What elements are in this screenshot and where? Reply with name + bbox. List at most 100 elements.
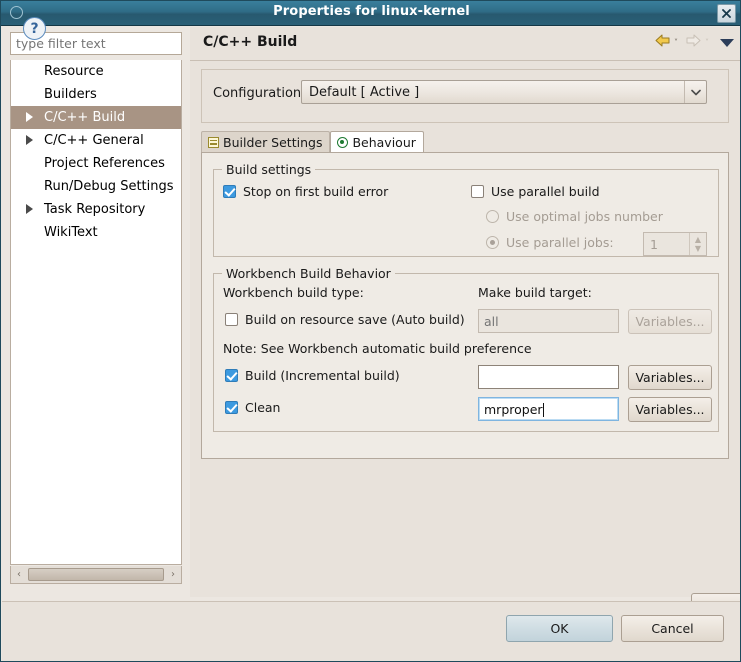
sidebar-item-project-references[interactable]: Project References bbox=[11, 152, 181, 175]
settings-tree-pane: Resource Builders C/C++ Build C/C++ Gene… bbox=[5, 30, 185, 597]
use-parallel-build-checkbox[interactable] bbox=[471, 185, 484, 198]
main-pane: C/C++ Build ˅ ˅ Configuration: Default [… bbox=[190, 27, 740, 618]
clean-checkbox[interactable] bbox=[225, 401, 238, 414]
settings-tree[interactable]: Resource Builders C/C++ Build C/C++ Gene… bbox=[10, 60, 182, 565]
use-parallel-jobs-radio-row: Use parallel jobs: bbox=[486, 235, 614, 250]
clean-target-input[interactable]: mrproper bbox=[478, 397, 619, 421]
sidebar-item-builders[interactable]: Builders bbox=[11, 83, 181, 106]
sidebar-item-label: Resource bbox=[44, 64, 104, 79]
clean-variables-button[interactable]: Variables... bbox=[628, 397, 712, 422]
parallel-jobs-spinner: 1 ▲ ▼ bbox=[643, 232, 707, 256]
auto-build-checkbox[interactable] bbox=[225, 313, 238, 326]
incremental-build-target-input[interactable] bbox=[478, 365, 619, 389]
tab-label: Behaviour bbox=[352, 135, 416, 150]
sidebar-item-cpp-build[interactable]: C/C++ Build bbox=[11, 106, 181, 129]
configuration-label: Configuration: bbox=[213, 86, 306, 101]
stop-on-first-build-error-checkbox-row[interactable]: Stop on first build error bbox=[223, 184, 388, 199]
configuration-select[interactable]: Default [ Active ] bbox=[301, 80, 707, 104]
cancel-button-label: Cancel bbox=[651, 621, 694, 636]
chevron-right-icon[interactable] bbox=[26, 135, 33, 145]
chevron-right-icon[interactable] bbox=[26, 112, 33, 122]
scroll-right-icon[interactable]: › bbox=[165, 567, 181, 583]
sidebar-item-label: Project References bbox=[44, 156, 165, 171]
ok-button[interactable]: OK bbox=[506, 615, 613, 642]
tab-behaviour[interactable]: Behaviour bbox=[330, 131, 424, 153]
use-parallel-jobs-radio bbox=[486, 236, 499, 249]
spinner-stepper-icons: ▲ ▼ bbox=[689, 233, 706, 255]
scroll-left-icon[interactable]: ‹ bbox=[11, 567, 27, 583]
title-bar: Properties for linux-kernel bbox=[1, 1, 740, 26]
sidebar-item-label: Builders bbox=[44, 87, 97, 102]
sidebar-item-label: C/C++ Build bbox=[44, 110, 126, 125]
auto-build-checkbox-row[interactable]: Build on resource save (Auto build) bbox=[225, 312, 465, 327]
make-build-target-label: Make build target: bbox=[478, 285, 592, 300]
view-menu-icon[interactable] bbox=[720, 38, 734, 47]
page-nav-buttons: ˅ ˅ bbox=[654, 33, 734, 52]
configuration-value: Default [ Active ] bbox=[309, 84, 420, 100]
incremental-build-checkbox[interactable] bbox=[225, 369, 238, 382]
auto-build-variables-button: Variables... bbox=[628, 309, 712, 334]
sidebar-item-wikitext[interactable]: WikiText bbox=[11, 221, 181, 244]
tab-label: Builder Settings bbox=[223, 135, 323, 150]
use-optimal-jobs-radio-row: Use optimal jobs number bbox=[486, 209, 663, 224]
cancel-button[interactable]: Cancel bbox=[621, 615, 724, 642]
auto-build-label: Build on resource save (Auto build) bbox=[245, 312, 465, 327]
scrollbar-thumb[interactable] bbox=[28, 568, 164, 581]
stop-on-first-build-error-label: Stop on first build error bbox=[243, 184, 389, 199]
ok-button-label: OK bbox=[550, 621, 569, 636]
build-settings-group: Build settings Stop on first build error… bbox=[213, 162, 719, 257]
workbench-note: Note: See Workbench automatic build pref… bbox=[223, 341, 532, 356]
chevron-down-icon[interactable] bbox=[684, 81, 706, 103]
text-caret bbox=[542, 403, 544, 417]
forward-dropdown-caret-icon: ˅ bbox=[705, 38, 709, 47]
behaviour-tab-panel: Build settings Stop on first build error… bbox=[201, 152, 729, 459]
close-icon[interactable] bbox=[717, 4, 736, 23]
configuration-group: Configuration: Default [ Active ] bbox=[201, 69, 729, 123]
incremental-build-checkbox-row[interactable]: Build (Incremental build) bbox=[225, 368, 400, 383]
list-icon bbox=[208, 137, 219, 148]
clean-label: Clean bbox=[245, 400, 281, 415]
use-parallel-jobs-label: Use parallel jobs: bbox=[506, 235, 614, 250]
back-arrow-icon[interactable] bbox=[654, 33, 671, 52]
radio-icon bbox=[337, 137, 349, 148]
sidebar-item-label: Task Repository bbox=[44, 202, 146, 217]
sidebar-item-task-repository[interactable]: Task Repository bbox=[11, 198, 181, 221]
sidebar-item-run-debug-settings[interactable]: Run/Debug Settings bbox=[11, 175, 181, 198]
sidebar-item-label: C/C++ General bbox=[44, 133, 144, 148]
workbench-group-title: Workbench Build Behavior bbox=[222, 266, 395, 281]
sidebar-item-label: WikiText bbox=[44, 225, 98, 240]
use-optimal-jobs-label: Use optimal jobs number bbox=[506, 209, 663, 224]
chevron-right-icon[interactable] bbox=[26, 204, 33, 214]
page-title: C/C++ Build bbox=[203, 34, 298, 50]
workbench-build-type-label: Workbench build type: bbox=[223, 285, 364, 300]
auto-build-target-input bbox=[478, 309, 619, 333]
incremental-build-label: Build (Incremental build) bbox=[245, 368, 400, 383]
tree-horizontal-scrollbar[interactable]: ‹ › bbox=[10, 566, 182, 584]
use-parallel-build-checkbox-row[interactable]: Use parallel build bbox=[471, 184, 600, 199]
build-settings-group-title: Build settings bbox=[222, 162, 316, 177]
use-optimal-jobs-radio bbox=[486, 210, 499, 223]
incremental-build-variables-button[interactable]: Variables... bbox=[628, 365, 712, 390]
help-icon-glyph: ? bbox=[30, 20, 39, 37]
window-title: Properties for linux-kernel bbox=[273, 4, 470, 19]
page-header: C/C++ Build ˅ ˅ bbox=[190, 27, 740, 61]
stop-on-first-build-error-checkbox[interactable] bbox=[223, 185, 236, 198]
clean-target-value: mrproper bbox=[484, 402, 543, 417]
help-icon[interactable]: ? bbox=[23, 17, 46, 40]
sidebar-item-resource[interactable]: Resource bbox=[11, 60, 181, 83]
forward-arrow-icon bbox=[685, 33, 702, 52]
tab-builder-settings[interactable]: Builder Settings bbox=[201, 131, 331, 153]
workbench-build-behavior-group: Workbench Build Behavior Workbench build… bbox=[213, 266, 719, 432]
sidebar-item-cpp-general[interactable]: C/C++ General bbox=[11, 129, 181, 152]
use-parallel-build-label: Use parallel build bbox=[491, 184, 600, 199]
clean-checkbox-row[interactable]: Clean bbox=[225, 400, 280, 415]
parallel-jobs-value: 1 bbox=[650, 236, 658, 252]
spinner-up-icon: ▲ bbox=[694, 235, 702, 244]
spinner-down-icon: ▼ bbox=[694, 244, 702, 253]
auto-build-variables-label: Variables... bbox=[635, 314, 705, 329]
incremental-build-variables-label: Variables... bbox=[635, 370, 705, 385]
sidebar-item-label: Run/Debug Settings bbox=[44, 179, 174, 194]
tab-bar: Builder Settings Behaviour bbox=[201, 131, 729, 153]
clean-variables-label: Variables... bbox=[635, 402, 705, 417]
back-dropdown-caret-icon[interactable]: ˅ bbox=[674, 38, 678, 47]
